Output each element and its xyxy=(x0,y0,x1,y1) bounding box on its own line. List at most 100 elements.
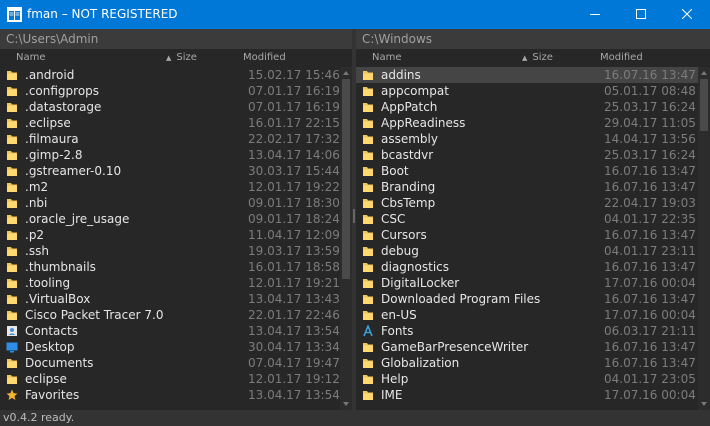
file-row[interactable]: .oracle_jre_usage 09.01.17 18:24 xyxy=(0,211,340,227)
file-modified: 16.07.16 13:47 xyxy=(604,292,696,306)
file-row[interactable]: .android 15.02.17 15:46 xyxy=(0,67,340,83)
file-row[interactable]: DigitalLocker 17.07.16 00:04 xyxy=(356,275,698,291)
right-scroll-thumb[interactable] xyxy=(700,79,708,131)
right-size-column-header[interactable]: ▲ Size xyxy=(522,49,553,67)
left-name-column-header[interactable]: Name xyxy=(16,49,46,67)
file-name: .p2 xyxy=(25,228,45,242)
file-row[interactable]: CbsTemp 22.04.17 19:03 xyxy=(356,195,698,211)
file-row[interactable]: .datastorage 07.01.17 16:19 xyxy=(0,99,340,115)
title-bar[interactable]: fman – NOT REGISTERED xyxy=(0,0,710,29)
file-row[interactable]: .ssh 19.03.17 13:59 xyxy=(0,243,340,259)
file-row[interactable]: .tooling 12.01.17 19:21 xyxy=(0,275,340,291)
selected-file-row[interactable]: addins 16.07.16 13:47 xyxy=(356,67,698,83)
scroll-up-icon[interactable] xyxy=(698,67,710,79)
left-scrollbar[interactable] xyxy=(340,67,352,410)
file-row[interactable]: Branding 16.07.16 13:47 xyxy=(356,179,698,195)
file-row[interactable]: assembly 14.04.17 13:56 xyxy=(356,131,698,147)
file-row[interactable]: AppReadiness 29.04.17 11:05 xyxy=(356,115,698,131)
left-size-column-header[interactable]: ▲ Size xyxy=(166,49,197,67)
file-name: .VirtualBox xyxy=(25,292,91,306)
scroll-down-icon[interactable] xyxy=(698,398,710,410)
file-name: appcompat xyxy=(381,84,449,98)
file-row[interactable]: Downloaded Program Files 16.07.16 13:47 xyxy=(356,291,698,307)
file-row[interactable]: Contacts 13.04.17 13:54 xyxy=(0,323,340,339)
file-name: .android xyxy=(25,68,75,82)
right-file-list[interactable]: addins 16.07.16 13:47 appcompat 05.01.17 08… xyxy=(356,67,698,410)
file-row[interactable]: Globalization 16.07.16 13:47 xyxy=(356,355,698,371)
scroll-up-icon[interactable] xyxy=(340,67,352,79)
file-row[interactable]: .gimp-2.8 13.04.17 14:06 xyxy=(0,147,340,163)
file-row[interactable]: en-US 17.07.16 00:04 xyxy=(356,307,698,323)
file-row[interactable]: Boot 16.07.16 13:47 xyxy=(356,163,698,179)
folder-icon xyxy=(363,103,373,112)
file-row[interactable]: .filmaura 22.02.17 17:32 xyxy=(0,131,340,147)
folder-icon xyxy=(363,151,373,160)
file-name: .tooling xyxy=(25,276,71,290)
file-modified: 16.07.16 13:47 xyxy=(604,356,696,370)
file-row[interactable]: AppPatch 25.03.17 16:24 xyxy=(356,99,698,115)
maximize-icon xyxy=(636,9,646,19)
file-modified: 22.04.17 19:03 xyxy=(604,196,696,210)
file-name: .gstreamer-0.10 xyxy=(25,164,122,178)
folder-icon xyxy=(7,311,17,320)
minimize-button[interactable] xyxy=(572,0,618,29)
file-row[interactable]: Desktop 30.04.17 13:34 xyxy=(0,339,340,355)
left-scroll-thumb[interactable] xyxy=(342,79,350,279)
left-pane[interactable]: C:\Users\Admin Name ▲ Size Modified .andr… xyxy=(0,29,352,410)
file-row[interactable]: .configprops 07.01.17 16:19 xyxy=(0,83,340,99)
file-row[interactable]: .VirtualBox 13.04.17 13:43 xyxy=(0,291,340,307)
file-row[interactable]: .m2 12.01.17 19:22 xyxy=(0,179,340,195)
file-row[interactable]: diagnostics 16.07.16 13:47 xyxy=(356,259,698,275)
file-modified: 16.01.17 18:58 xyxy=(248,260,340,274)
right-pane[interactable]: C:\Windows Name ▲ Size Modified addins 16.… xyxy=(356,29,710,410)
folder-icon xyxy=(363,279,373,288)
file-row[interactable]: .gstreamer-0.10 30.03.17 15:44 xyxy=(0,163,340,179)
file-row[interactable]: CSC 04.01.17 22:35 xyxy=(356,211,698,227)
file-row[interactable]: debug 04.01.17 23:11 xyxy=(356,243,698,259)
file-row[interactable]: Cisco Packet Tracer 7.0 22.01.17 22:46 xyxy=(0,307,340,323)
file-modified: 17.07.16 00:04 xyxy=(604,388,696,402)
left-column-header: Name ▲ Size Modified xyxy=(0,49,340,67)
folder-icon xyxy=(363,231,373,240)
right-scrollbar[interactable] xyxy=(698,67,710,410)
right-path-bar[interactable]: C:\Windows xyxy=(356,29,710,49)
left-file-list[interactable]: .android 15.02.17 15:46 .configprops 07.01.… xyxy=(0,67,340,410)
file-row[interactable]: .thumbnails 16.01.17 18:58 xyxy=(0,259,340,275)
right-name-column-header[interactable]: Name xyxy=(372,49,402,67)
file-name: .configprops xyxy=(25,84,100,98)
folder-icon xyxy=(7,167,17,176)
file-row[interactable]: Help 04.01.17 23:05 xyxy=(356,371,698,387)
folder-icon xyxy=(363,167,373,176)
file-row[interactable]: GameBarPresenceWriter 16.07.16 13:47 xyxy=(356,339,698,355)
file-row[interactable]: bcastdvr 25.03.17 16:24 xyxy=(356,147,698,163)
file-modified: 16.07.16 13:47 xyxy=(604,260,696,274)
file-modified: 22.02.17 17:32 xyxy=(248,132,340,146)
folder-icon xyxy=(363,295,373,304)
file-row[interactable]: eclipse 12.01.17 19:12 xyxy=(0,371,340,387)
file-name: DigitalLocker xyxy=(381,276,460,290)
file-name: Branding xyxy=(381,180,436,194)
window-title: fman – NOT REGISTERED xyxy=(27,7,178,21)
file-modified: 16.07.16 13:47 xyxy=(604,340,696,354)
splitter-grip[interactable] xyxy=(353,209,355,223)
left-modified-column-header[interactable]: Modified xyxy=(243,49,286,67)
file-row[interactable]: IME 17.07.16 00:04 xyxy=(356,387,698,403)
file-row[interactable]: Cursors 16.07.16 13:47 xyxy=(356,227,698,243)
scroll-down-icon[interactable] xyxy=(340,398,352,410)
file-row[interactable]: Favorites 13.04.17 13:54 xyxy=(0,387,340,403)
left-path-bar[interactable]: C:\Users\Admin xyxy=(0,29,352,49)
file-modified: 04.01.17 23:11 xyxy=(604,244,696,258)
file-row[interactable]: Documents 07.04.17 19:47 xyxy=(0,355,340,371)
file-row[interactable]: .eclipse 16.01.17 22:15 xyxy=(0,115,340,131)
right-modified-column-header[interactable]: Modified xyxy=(600,49,643,67)
file-row[interactable]: .p2 11.04.17 12:09 xyxy=(0,227,340,243)
file-name: .ssh xyxy=(25,244,49,258)
maximize-button[interactable] xyxy=(618,0,664,29)
file-row[interactable]: Fonts 06.03.17 21:11 xyxy=(356,323,698,339)
status-text: v0.4.2 ready. xyxy=(3,411,75,424)
file-row[interactable]: appcompat 05.01.17 08:48 xyxy=(356,83,698,99)
file-name: Globalization xyxy=(381,356,460,370)
file-modified: 06.03.17 21:11 xyxy=(604,324,696,338)
file-row[interactable]: .nbi 09.01.17 18:30 xyxy=(0,195,340,211)
close-button[interactable] xyxy=(664,0,710,29)
